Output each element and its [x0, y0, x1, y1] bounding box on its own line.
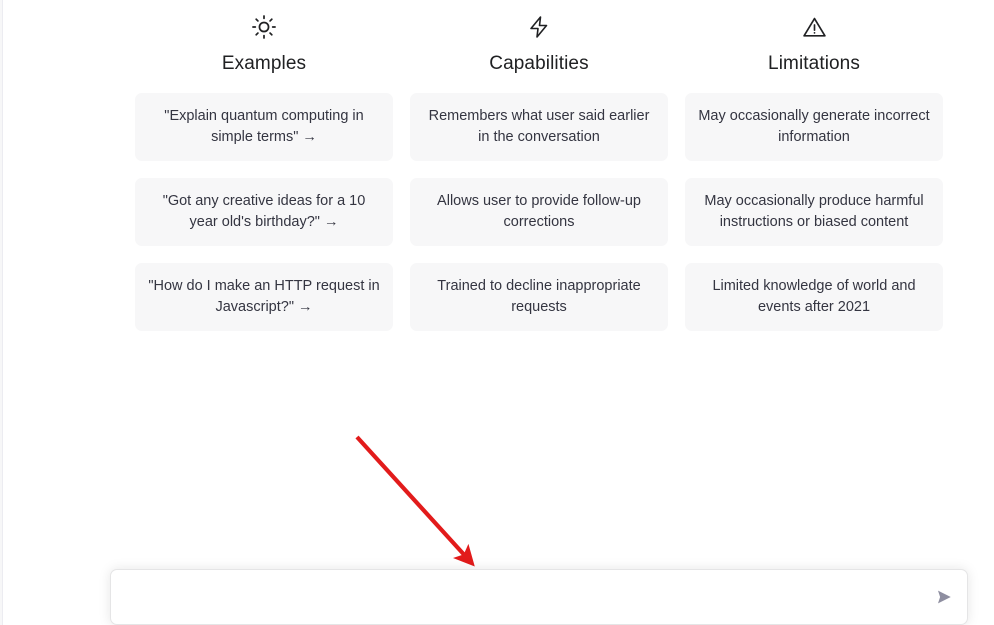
cards-examples: "Explain quantum computing in simple ter…	[135, 93, 393, 331]
sun-icon	[251, 12, 277, 42]
warning-triangle-icon	[802, 12, 827, 42]
limitation-card: Limited knowledge of world and events af…	[685, 263, 943, 331]
capability-card-text: Remembers what user said earlier in the …	[428, 108, 650, 145]
example-card-text: "Got any creative ideas for a 10 year ol…	[162, 193, 366, 230]
example-card[interactable]: "How do I make an HTTP request in Javasc…	[135, 263, 393, 331]
capability-card: Trained to decline inappropriate request…	[410, 263, 668, 331]
red-annotation-arrow	[355, 435, 475, 567]
column-title-examples: Examples	[221, 53, 307, 74]
column-limitations: Limitations May occasionally generate in…	[685, 0, 943, 331]
capability-card-text: Allows user to provide follow-up correct…	[437, 193, 641, 230]
limitation-card-text: Limited knowledge of world and events af…	[712, 278, 916, 315]
limitation-card-text: May occasionally generate incorrect info…	[698, 108, 930, 145]
composer-box[interactable]	[110, 569, 968, 625]
example-card-text: "How do I make an HTTP request in Javasc…	[148, 278, 380, 315]
limitation-card: May occasionally generate incorrect info…	[685, 93, 943, 161]
column-title-limitations: Limitations	[768, 53, 860, 74]
cards-limitations: May occasionally generate incorrect info…	[685, 93, 943, 331]
example-card[interactable]: "Explain quantum computing in simple ter…	[135, 93, 393, 161]
column-title-capabilities: Capabilities	[489, 53, 589, 74]
capability-card: Remembers what user said earlier in the …	[410, 93, 668, 161]
capability-card: Allows user to provide follow-up correct…	[410, 178, 668, 246]
composer-area	[110, 569, 968, 625]
main-content: Examples "Explain quantum computing in s…	[0, 0, 994, 625]
example-card-text: "Explain quantum computing in simple ter…	[164, 108, 364, 145]
send-plane-icon[interactable]	[931, 584, 957, 610]
capability-card-text: Trained to decline inappropriate request…	[437, 278, 641, 315]
column-capabilities: Capabilities Remembers what user said ea…	[410, 0, 668, 331]
column-examples: Examples "Explain quantum computing in s…	[135, 0, 393, 331]
limitation-card: May occasionally produce harmful instruc…	[685, 178, 943, 246]
chat-input[interactable]	[111, 570, 921, 624]
cards-capabilities: Remembers what user said earlier in the …	[410, 93, 668, 331]
limitation-card-text: May occasionally produce harmful instruc…	[704, 193, 924, 230]
lightning-bolt-icon	[527, 12, 551, 42]
example-card[interactable]: "Got any creative ideas for a 10 year ol…	[135, 178, 393, 246]
intro-columns: Examples "Explain quantum computing in s…	[135, 0, 943, 331]
